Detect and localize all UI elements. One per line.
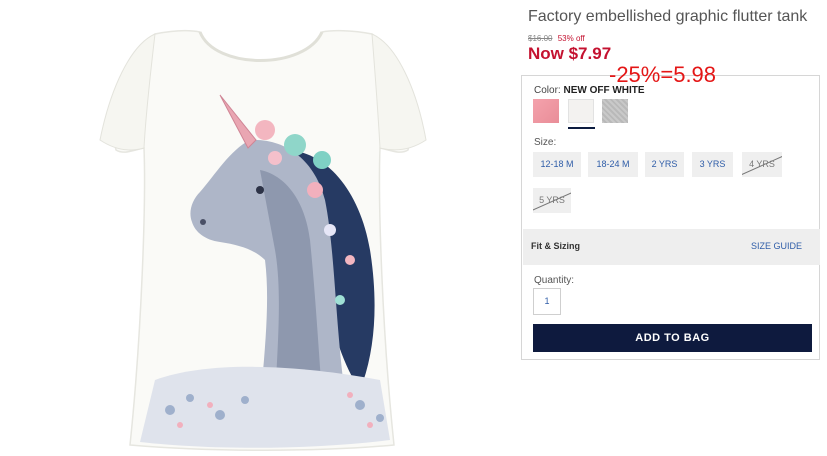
size-3-yrs[interactable]: 3 YRS [692,152,733,177]
purchase-panel: Color: NEW OFF WHITE Size: 12-18 M 18-24… [521,75,820,360]
product-title: Factory embellished graphic flutter tank [528,8,808,25]
size-guide-link[interactable]: SIZE GUIDE [751,241,802,251]
swatch-off-white[interactable] [568,99,594,123]
size-label: Size: [534,137,557,148]
color-label: Color: [534,85,561,96]
swatch-heather-gray[interactable] [602,99,628,123]
size-5-yrs-unavailable: 5 YRS [533,188,571,213]
quantity-input[interactable]: 1 [533,288,561,315]
discount-annotation: -25%=5.98 [609,62,717,87]
selected-swatch-indicator [568,127,595,129]
quantity-label: Quantity: [534,275,575,286]
size-2-yrs[interactable]: 2 YRS [645,152,684,177]
swatch-pink[interactable] [533,99,559,123]
size-4-yrs-unavailable: 4 YRS [742,152,782,177]
discount-percent: 53% off [557,34,585,43]
sale-price: Now $7.97 [528,44,612,63]
fit-sizing-label: Fit & Sizing [531,241,580,251]
size-18-24m[interactable]: 18-24 M [588,152,638,177]
price-line: $16.00 53% off [528,34,585,43]
product-image [60,0,460,456]
fit-sizing-bar[interactable]: Fit & Sizing SIZE GUIDE [523,229,820,265]
flutter-tank-illustration [99,29,427,451]
size-12-18m[interactable]: 12-18 M [533,152,581,177]
add-to-bag-button[interactable]: ADD TO BAG [533,324,812,352]
original-price: $16.00 [528,34,553,43]
